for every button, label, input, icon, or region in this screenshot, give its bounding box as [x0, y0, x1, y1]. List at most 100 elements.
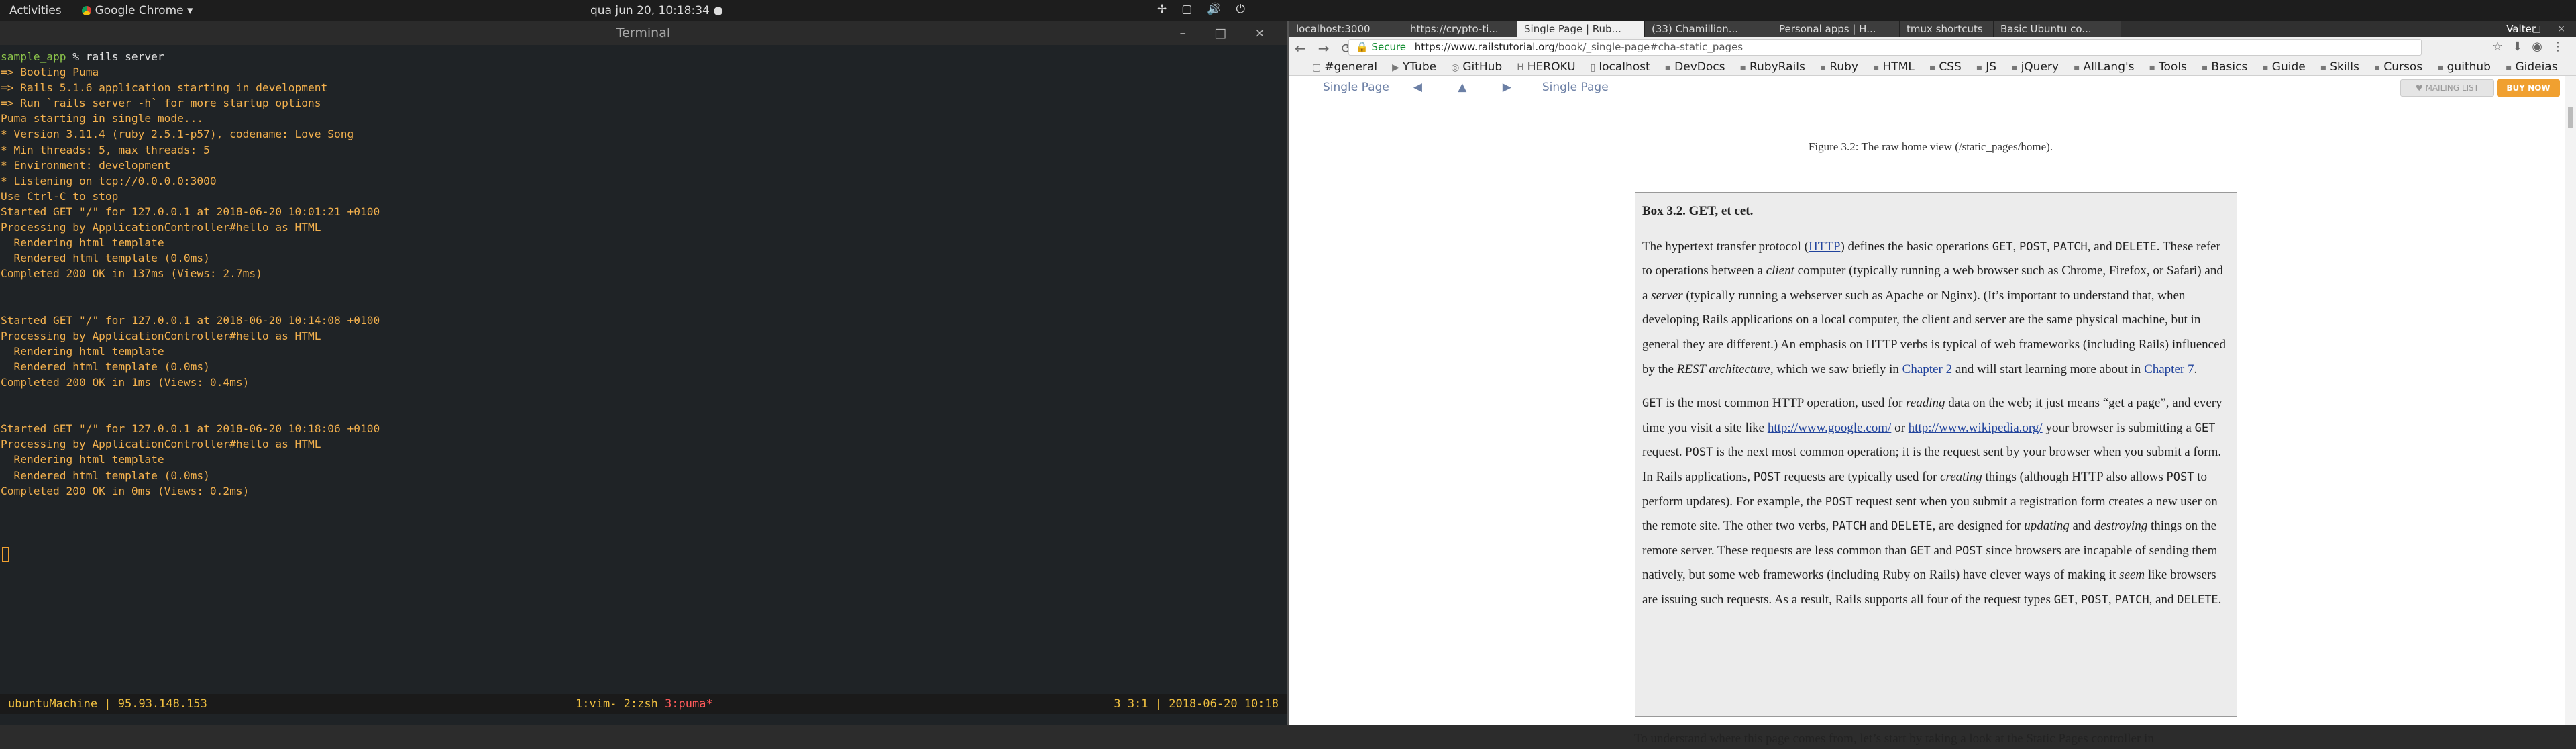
browser-tab[interactable]: Basic Ubuntu co... [1994, 21, 2121, 37]
volume-icon[interactable]: 🔊 [1207, 3, 1221, 16]
chapter-7-link[interactable]: Chapter 7 [2144, 362, 2194, 377]
bookmark-item[interactable]: ▪ Cursos [2374, 60, 2422, 74]
bookmark-item[interactable]: ▪ jQuery [2011, 60, 2059, 74]
forward-icon[interactable]: → [1318, 40, 1330, 56]
prompt-command: % rails server [66, 50, 164, 63]
http-link[interactable]: HTTP [1809, 240, 1841, 254]
chapter-2-link[interactable]: Chapter 2 [1902, 362, 1952, 377]
navigation-bar: ← → ⟳ 🔒 Secure https://www.railstutorial… [1289, 37, 2576, 59]
bookmark-item[interactable]: ▶ YTube [1392, 60, 1436, 74]
app-menu[interactable]: Google Chrome ▾ [81, 4, 193, 17]
bookmark-item[interactable]: ▪ DevDocs [1665, 60, 1725, 74]
window-controls[interactable]: – □ × [2511, 21, 2572, 37]
bookmark-item[interactable]: ▪ Tools [2149, 60, 2187, 74]
figure-caption: Figure 3.2: The raw home view (/static_p… [1808, 140, 2053, 153]
extension-icon[interactable]: ◉ [2532, 40, 2542, 54]
bookmark-item[interactable]: ▪ Basics [2202, 60, 2247, 74]
activities-button[interactable]: Activities [9, 4, 62, 17]
bookmark-item[interactable]: ▢ #general [1312, 60, 1377, 74]
power-icon[interactable]: ⏻ [1236, 3, 1244, 16]
bookmark-label: guithub [2447, 60, 2491, 74]
bookmark-item[interactable]: H HEROKU [1517, 60, 1575, 74]
single-page-link[interactable]: Single Page [1323, 81, 1389, 94]
bookmark-label: Gideias [2515, 60, 2558, 74]
terminal-output[interactable]: sample_app % rails server => Booting Pum… [0, 45, 1287, 499]
scrollbar-thumb[interactable] [2568, 107, 2573, 128]
single-page-link-2[interactable]: Single Page [1542, 81, 1609, 94]
system-tray[interactable]: ✢ ▢ 🔊 ⏻ [1157, 3, 1245, 16]
secure-indicator[interactable]: 🔒 Secure [1356, 41, 1406, 53]
chapter-arrows[interactable]: ◀ ▲ ▶ [1413, 81, 1527, 94]
bookmark-item[interactable]: ▪ RubyRails [1739, 60, 1805, 74]
download-icon[interactable]: ⬇ [2512, 40, 2522, 54]
terminal-line: Rendered html template (0.0ms) [1, 252, 210, 265]
browser-tab[interactable]: localhost:3000 [1289, 21, 1403, 37]
menu-icon[interactable]: ⋮ [2552, 40, 2564, 54]
google-link[interactable]: http://www.google.com/ [1768, 421, 1892, 435]
bookmark-label: JS [1986, 60, 1997, 74]
terminal-line: * Environment: development [1, 158, 171, 172]
bookmark-folder-icon: ▪ [1873, 62, 1880, 73]
web-page: Single Page ◀ ▲ ▶ Single Page ♥ MAILING … [1289, 76, 2576, 746]
bookmark-folder-icon: H [1517, 62, 1524, 73]
browser-tab[interactable]: Single Page | Rub... [1517, 21, 1645, 37]
browser-window[interactable]: localhost:3000 https://crypto-ti... Single… [1289, 21, 2576, 746]
terminal-window[interactable]: Terminal – □ × sample_app % rails server… [0, 21, 1287, 725]
bookmark-label: #general [1324, 60, 1378, 74]
bookmark-item[interactable]: ▪ CSS [1929, 60, 1962, 74]
terminal-line: => Rails 5.1.6 application starting in d… [1, 81, 328, 95]
browser-tab[interactable]: (33) Chamillion... [1645, 21, 1772, 37]
page-scrollbar[interactable] [2565, 76, 2576, 725]
screen-icon[interactable]: ▢ [1181, 3, 1192, 16]
bookmark-folder-icon: ▢ [1312, 62, 1322, 73]
bookmark-label: jQuery [2021, 60, 2059, 74]
buy-now-button[interactable]: BUY NOW [2497, 79, 2560, 97]
back-icon[interactable]: ← [1295, 40, 1306, 56]
bookmark-item[interactable]: ▪ HTML [1873, 60, 1915, 74]
bookmark-label: Basics [2211, 60, 2248, 74]
status-windows[interactable]: 1:vim- 2:zsh 3:puma* [576, 694, 713, 714]
bookmark-star-icon[interactable]: ☆ [2492, 40, 2503, 54]
bookmark-item[interactable]: ▪ JS [1976, 60, 1996, 74]
book-nav: Single Page ◀ ▲ ▶ Single Page ♥ MAILING … [1289, 76, 2576, 99]
window-controls[interactable]: – □ × [1180, 21, 1277, 45]
tab-strip[interactable]: localhost:3000 https://crypto-ti... Single… [1289, 21, 2576, 37]
browser-tab[interactable]: https://crypto-ti... [1403, 21, 1517, 37]
accessibility-icon[interactable]: ✢ [1157, 3, 1167, 16]
mailing-list-button[interactable]: ♥ MAILING LIST [2400, 79, 2494, 97]
browser-tab[interactable]: Personal apps | H... [1772, 21, 1900, 37]
terminal-line: Started GET "/" for 127.0.0.1 at 2018-06… [1, 422, 380, 436]
terminal-line: Processing by ApplicationController#hell… [1, 438, 321, 451]
terminal-line: Processing by ApplicationController#hell… [1, 329, 321, 342]
bookmark-label: Cursos [2383, 60, 2423, 74]
box-paragraph-1: The hypertext transfer protocol (HTTP) d… [1642, 239, 2226, 377]
bookmark-folder-icon: ▪ [1739, 62, 1746, 73]
extension-icons[interactable]: ☆ ⬇ ◉ ⋮ [2492, 40, 2564, 54]
bookmark-folder-icon: ▯ [1590, 62, 1596, 73]
bookmark-label: localhost [1599, 60, 1650, 74]
bookmark-item[interactable]: ▪ AllLang's [2074, 60, 2135, 74]
bookmark-item[interactable]: ▯ localhost [1591, 60, 1650, 74]
bookmark-item[interactable]: ▪ guithub [2437, 60, 2491, 74]
clock[interactable]: qua jun 20, 10:18:34 ● [590, 4, 723, 17]
terminal-line: Rendering html template [1, 453, 164, 466]
bookmark-item[interactable]: ▪ Guide [2262, 60, 2305, 74]
bookmark-item[interactable]: ◎ GitHub [1451, 60, 1502, 74]
status-clock: 3 3:1 | 2018-06-20 10:18 [1114, 697, 1279, 711]
bookmark-folder-icon: ▪ [1819, 62, 1827, 73]
bookmark-label: Skills [2330, 60, 2359, 74]
address-bar[interactable]: 🔒 Secure https://www.railstutorial.org/b… [1348, 39, 2422, 56]
browser-tab[interactable]: tmux shortcuts [1900, 21, 1994, 37]
bookmark-label: YTube [1402, 60, 1437, 74]
url-path: /book/_single-page#cha-static_pages [1554, 41, 1743, 53]
bookmark-item[interactable]: ▪ Gideias [2506, 60, 2558, 74]
bookmark-item[interactable]: ▪ Skills [2320, 60, 2359, 74]
terminal-line: Processing by ApplicationController#hell… [1, 221, 321, 234]
box-paragraph-2: GET is the most common HTTP operation, u… [1642, 396, 2222, 607]
terminal-line: Completed 200 OK in 137ms (Views: 2.7ms) [1, 267, 262, 281]
terminal-titlebar[interactable]: Terminal – □ × [0, 21, 1287, 45]
terminal-line: Rendering html template [1, 236, 164, 250]
wikipedia-link[interactable]: http://www.wikipedia.org/ [1909, 421, 2043, 435]
bookmark-item[interactable]: ▪ Ruby [1820, 60, 1858, 74]
terminal-line: Started GET "/" for 127.0.0.1 at 2018-06… [1, 205, 380, 218]
